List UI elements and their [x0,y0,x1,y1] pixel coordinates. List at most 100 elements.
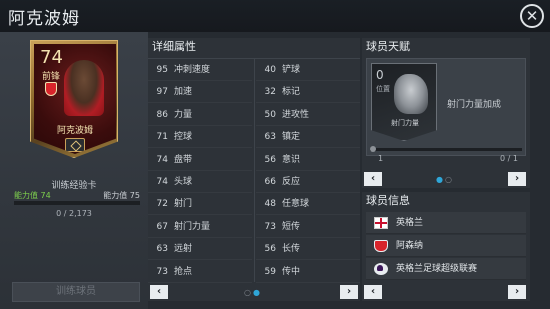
premier-league-icon [374,263,388,275]
attribute-row: 72 射门 [148,193,252,216]
talent-page-dots: ●○ [436,175,454,184]
talent-page-dot[interactable]: ○ [445,175,454,184]
current-ability-label: 能力值 74 [14,191,51,200]
attribute-row: 63 镇定 [256,126,360,149]
attribute-value: 73 [264,221,276,232]
attribute-name: 镇定 [282,132,301,143]
talent-card-name: 射门力量 [391,119,419,127]
attribute-row: 56 长传 [256,238,360,261]
player-rating: 74 [40,47,63,68]
attribute-value: 66 [264,177,276,187]
attribute-value: 73 [156,266,168,277]
talent-page-dot-active[interactable]: ● [436,175,445,184]
arsenal-crest-icon [45,82,57,96]
attribute-name: 铲球 [282,65,301,75]
player-info-header: 球员信息 [366,194,410,207]
attribute-name: 传中 [282,266,301,277]
attributes-divider [254,58,255,282]
info-next-button[interactable]: › [508,285,526,299]
xp-count: 0 / 2,173 [56,209,92,218]
next-ability-label: 能力值 75 [103,191,140,200]
attribute-row: 50 进攻性 [256,104,360,126]
attribute-value: 74 [156,177,168,187]
attribute-name: 反应 [282,177,301,187]
attribute-name: 射门力量 [174,221,211,232]
talent-progress-knob [370,146,376,152]
talent-description: 射门力量加成 [447,100,502,110]
talent-count-right: 0 / 1 [500,154,518,163]
attribute-name: 射门 [174,199,193,210]
attribute-row: 71 控球 [148,126,252,149]
attributes-page-dot-active[interactable]: ● [253,288,262,297]
diamond-badge-icon [65,138,85,152]
attribute-name: 长传 [282,244,301,255]
attribute-row: 56 意识 [256,149,360,171]
club-text: 阿森纳 [396,241,424,251]
nation-text: 英格兰 [396,218,424,228]
attribute-row: 74 盘带 [148,149,252,171]
attribute-value: 59 [264,266,276,277]
talent-card: 0 位置 射门力量 [371,63,437,141]
attribute-value: 40 [264,65,276,75]
attribute-value: 74 [156,154,168,165]
attribute-value: 48 [264,199,276,210]
player-position: 前锋 [42,72,61,82]
talent-card-area[interactable]: 0 位置 射门力量 射门力量加成 [366,58,526,156]
attribute-row: 63 远射 [148,238,252,261]
attribute-name: 力量 [174,109,193,120]
attribute-name: 头球 [174,177,193,187]
talent-prev-button[interactable]: ‹ [364,172,382,186]
talent-header: 球员天赋 [366,40,410,53]
attribute-value: 56 [264,244,276,255]
info-row-league: 英格兰足球超级联赛 [366,258,526,280]
attribute-name: 短传 [282,221,301,232]
attribute-name: 冲刺速度 [174,65,211,75]
attribute-name: 盘带 [174,154,193,165]
attribute-name: 抢点 [174,266,193,277]
attribute-value: 63 [264,132,276,143]
attribute-value: 72 [156,199,168,210]
attributes-next-button[interactable]: › [340,285,358,299]
attribute-row: 40 铲球 [256,59,360,81]
page-title: 阿克波姆 [8,9,80,29]
attribute-value: 56 [264,154,276,165]
attribute-row: 48 任意球 [256,193,360,216]
attributes-page-dots: ○● [244,288,262,297]
talent-figure-image [394,74,428,114]
attribute-value: 86 [156,109,168,120]
talent-panel: 球员天赋 0 位置 射门力量 射门力量加成 1 0 / 1 ‹ ●○ › [362,38,530,188]
attribute-row: 67 射门力量 [148,216,252,238]
xp-progress-bar [14,201,140,205]
title-bar: 阿克波姆 ✕ [0,0,550,32]
talent-next-button[interactable]: › [508,172,526,186]
attribute-value: 63 [156,244,168,255]
player-summary-panel: 74 前锋 阿克波姆 训练经验卡 能力值 74 能力值 75 0 / 2,173… [0,32,148,309]
attributes-prev-button[interactable]: ‹ [150,285,168,299]
attributes-page-dot[interactable]: ○ [244,288,253,297]
arsenal-crest-icon [374,240,388,252]
attribute-value: 97 [156,87,168,98]
attribute-value: 95 [156,65,168,75]
attribute-row: 32 标记 [256,81,360,104]
close-icon[interactable]: ✕ [520,4,544,28]
attribute-row: 73 短传 [256,216,360,238]
player-card: 74 前锋 阿克波姆 [30,40,118,158]
player-info-panel: 球员信息 英格兰 阿森纳 英格兰足球超级联赛 ‹ › [362,192,530,301]
attributes-panel: 详细属性 95 冲刺速度 97 加速 86 力量 71 控球 74 盘带 74 头球 72 射门 67 射门力… [148,38,360,301]
player-card-name: 阿克波姆 [56,126,93,136]
attribute-value: 32 [264,87,276,98]
player-portrait [64,60,104,116]
attribute-row: 95 冲刺速度 [148,59,252,81]
attribute-name: 远射 [174,244,193,255]
attribute-value: 50 [264,109,276,120]
attribute-name: 进攻性 [282,109,310,120]
train-player-button[interactable]: 训练球员 [12,282,140,302]
attribute-row: 59 传中 [256,261,360,283]
league-text: 英格兰足球超级联赛 [396,264,478,274]
talent-count-left: 1 [378,154,384,163]
info-prev-button[interactable]: ‹ [364,285,382,299]
attribute-name: 控球 [174,132,193,143]
info-row-club: 阿森纳 [366,235,526,257]
attribute-row: 86 力量 [148,104,252,126]
attribute-row: 66 反应 [256,171,360,193]
